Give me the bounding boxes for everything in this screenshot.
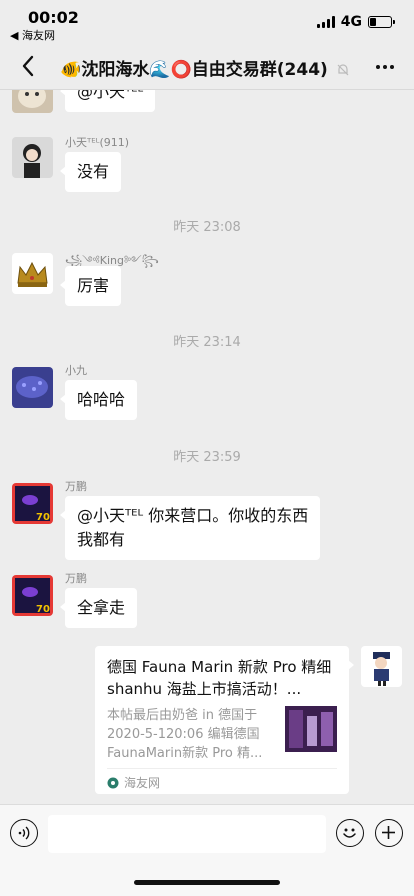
chat-title-text: 🐠沈阳海水🌊⭕自由交易群(244)	[60, 60, 328, 80]
coral-avatar[interactable]	[12, 367, 53, 408]
message-bubble[interactable]: 哈哈哈	[59, 380, 138, 420]
svg-text:70: 70	[36, 604, 50, 615]
status-time: 00:02	[28, 8, 79, 27]
plus-icon	[382, 826, 395, 839]
signal-icon	[316, 16, 335, 28]
link-card-thumbnail	[285, 706, 337, 752]
more-icon	[376, 65, 380, 69]
message-bubble[interactable]: @小天ᵀᴱᴸ 你来营口。你收的东西 我都有	[59, 496, 321, 560]
message-bubble[interactable]: @小天ᵀᴱᴸ	[59, 90, 156, 112]
link-card[interactable]: 德国 Fauna Marin 新款 Pro 精细 shanhu 海盐上市搞活动！…	[95, 646, 354, 794]
chevron-left-icon	[22, 55, 34, 77]
time-separator: 昨天 23:59	[173, 450, 241, 465]
message-bubble[interactable]: 没有	[59, 152, 122, 192]
crown-avatar[interactable]	[12, 253, 53, 294]
link-card-title: 德国 Fauna Marin 新款 Pro 精细 shanhu 海盐上市搞活动！…	[107, 658, 332, 698]
sender-name: 小九	[65, 364, 87, 377]
more-button[interactable]	[376, 54, 394, 80]
emoji-button[interactable]	[336, 819, 364, 847]
more-options-button[interactable]	[375, 819, 403, 847]
message-bubble[interactable]: 全拿走	[59, 588, 138, 628]
back-button[interactable]	[14, 52, 42, 80]
link-card-source-name: 海友网	[124, 776, 161, 790]
chat-title: 🐠沈阳海水🌊⭕自由交易群(244)	[56, 55, 354, 80]
sender-name: 小天ᵀᴱᴸ(911)	[65, 136, 130, 149]
chat-area[interactable]: @小天ᵀᴱᴸ 小天ᵀᴱᴸ(911) 没有 昨天 23:08 ꧁༺King༻꧂ 厉…	[0, 90, 414, 804]
home-indicator	[134, 880, 280, 885]
message-line: 我都有	[77, 530, 126, 549]
message-input[interactable]	[48, 815, 326, 853]
emoji-icon	[343, 828, 356, 838]
boy-avatar[interactable]	[12, 137, 53, 178]
network-type: 4G	[340, 14, 362, 30]
sender-name: 万鹏	[65, 480, 87, 493]
chat-header: 🐠沈阳海水🌊⭕自由交易群(244)	[0, 44, 414, 90]
sailor-avatar[interactable]	[361, 646, 402, 687]
mute-bell-icon	[337, 64, 349, 76]
time-separator: 昨天 23:14	[173, 335, 241, 350]
voice-icon	[18, 826, 30, 840]
voice-button[interactable]	[10, 819, 38, 847]
dog-avatar[interactable]	[12, 90, 53, 113]
site-logo-icon	[107, 777, 119, 788]
back-to-app-link[interactable]: ◀ 海友网	[10, 27, 55, 43]
svg-text:70: 70	[36, 512, 50, 523]
message-bubble[interactable]: 厉害	[59, 266, 122, 306]
message-line: @小天ᵀᴱᴸ 你来营口。你收的东西	[77, 506, 309, 525]
sender-name: 万鹏	[65, 572, 87, 585]
card-divider	[107, 768, 337, 769]
time-separator: 昨天 23:08	[173, 220, 241, 235]
status-bar: 00:02 ◀ 海友网 4G	[0, 0, 414, 44]
link-card-description: 本帖最后由奶爸 in 德国于 2020-5-120:06 编辑德国 FaunaM…	[107, 708, 263, 761]
status-indicators: 4G	[316, 14, 395, 30]
battery-icon	[368, 16, 395, 28]
link-card-source: 海友网	[107, 774, 160, 791]
fish-avatar[interactable]: 70	[12, 483, 53, 524]
fish-avatar[interactable]: 70	[12, 575, 53, 616]
